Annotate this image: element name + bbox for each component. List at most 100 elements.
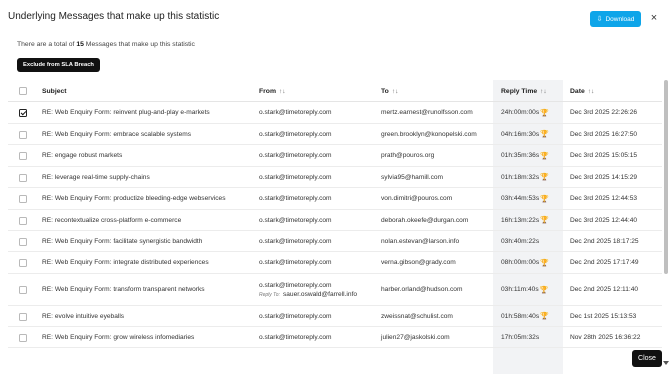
table-row[interactable]: RE: Web Enquiry Form: facilitate synergi…	[8, 231, 662, 252]
subject-cell: RE: recontextualize cross-platform e-com…	[42, 216, 182, 224]
to-cell: deborah.okeefe@durgan.com	[381, 216, 469, 224]
download-button[interactable]: ⇩ Download	[590, 11, 641, 27]
table-row[interactable]: RE: Web Enquiry Form: reinvent plug-and-…	[8, 102, 662, 124]
table-row[interactable]: RE: evolve intuitive eyeballs o.stark@tim…	[8, 306, 662, 327]
table-row[interactable]: RE: leverage real-time supply-chains o.st…	[8, 167, 662, 188]
scroll-down-icon[interactable]	[663, 361, 669, 365]
summary-prefix: There are a total of	[17, 41, 77, 48]
reply-time-cell: 03h:44m:53s 🏆	[501, 188, 549, 209]
sort-icon[interactable]: ↑↓	[588, 88, 595, 95]
reply-time-value: 17h:05m:32s	[501, 333, 540, 341]
scrollbar[interactable]	[664, 80, 668, 274]
row-checkbox[interactable]	[19, 259, 27, 267]
table-row[interactable]: RE: recontextualize cross-platform e-com…	[8, 210, 662, 231]
from-cell: o.stark@timetoreply.com	[259, 152, 332, 159]
reply-time-value: 16h:13m:22s	[501, 216, 540, 224]
reply-time-value: 03h:40m:22s	[501, 237, 540, 245]
date-cell: Dec 3rd 2025 14:15:29	[570, 173, 638, 181]
date-cell: Nov 28th 2025 16:36:22	[570, 333, 641, 341]
subject-cell: RE: Web Enquiry Form: integrate distribu…	[42, 259, 209, 266]
sort-icon[interactable]: ↑↓	[540, 88, 547, 95]
reply-time-value: 01h:58m:40s	[501, 312, 540, 320]
close-button[interactable]: Close	[632, 350, 662, 367]
reply-time-value: 03h:44m:53s	[501, 195, 540, 202]
table-row[interactable]: RE: Web Enquiry Form: grow wireless info…	[8, 327, 662, 348]
table-row[interactable]: RE: Web Enquiry Form: transform transpar…	[8, 274, 662, 306]
reply-to-address: sauer.oswald@farrell.info	[282, 290, 358, 298]
reply-time-cell: 01h:35m:36s 🏆	[501, 145, 549, 166]
to-cell: zweissnat@schulist.com	[381, 312, 453, 320]
trophy-icon: 🏆	[539, 286, 549, 294]
reply-time-cell: 03h:40m:22s	[501, 231, 539, 251]
date-cell: Dec 3rd 2025 15:05:15	[570, 152, 638, 159]
trophy-icon: 🏆	[540, 313, 549, 320]
reply-time-value: 03h:11m:40s	[501, 286, 539, 293]
table-header: Subject From ↑↓ To ↑↓ Reply Time ↑↓ Date ↑↓	[8, 80, 662, 102]
date-cell: Dec 3rd 2025 22:26:26	[570, 109, 638, 116]
from-cell: o.stark@timetoreply.com	[259, 109, 332, 116]
subject-cell: RE: Web Enquiry Form: facilitate synergi…	[42, 237, 203, 245]
subject-cell: RE: evolve intuitive eyeballs	[42, 312, 125, 320]
select-all-checkbox[interactable]	[19, 87, 27, 95]
reply-time-value: 01h:35m:36s	[501, 152, 540, 159]
trophy-icon: 🏆	[540, 174, 549, 181]
trophy-icon: 🏆	[540, 109, 549, 117]
download-label: Download	[605, 15, 635, 23]
trophy-icon: 🏆	[540, 259, 549, 267]
row-checkbox[interactable]	[19, 286, 27, 294]
to-cell: verna.gibson@grady.com	[381, 259, 456, 266]
column-reply-time[interactable]: Reply Time ↑↓	[501, 80, 547, 102]
row-checkbox[interactable]	[19, 195, 27, 203]
column-date[interactable]: Date ↑↓	[570, 80, 594, 102]
sort-icon[interactable]: ↑↓	[279, 88, 286, 95]
from-cell: o.stark@timetoreply.com	[259, 237, 332, 245]
table-row[interactable]: RE: Web Enquiry Form: integrate distribu…	[8, 252, 662, 274]
subject-cell: RE: engage robust markets	[42, 152, 123, 159]
row-checkbox[interactable]	[19, 109, 27, 117]
from-cell: o.stark@timetoreply.com	[259, 195, 332, 202]
message-count: 15	[76, 41, 84, 48]
from-cell: o.stark@timetoreply.com	[259, 312, 332, 320]
to-cell: nolan.estevan@larson.info	[381, 237, 460, 245]
subject-cell: RE: Web Enquiry Form: reinvent plug-and-…	[42, 109, 210, 116]
row-checkbox[interactable]	[19, 216, 27, 225]
from-address: o.stark@timetoreply.com	[259, 281, 332, 289]
row-checkbox[interactable]	[19, 237, 27, 246]
to-cell: mertz.earnest@runolfsson.com	[381, 109, 473, 116]
date-cell: Dec 2nd 2025 18:17:25	[570, 237, 639, 245]
to-cell: prath@pouros.org	[381, 152, 435, 159]
date-cell: Dec 2nd 2025 17:17:49	[570, 259, 639, 266]
date-cell: Dec 3rd 2025 12:44:40	[570, 216, 638, 224]
subject-cell: RE: Web Enquiry Form: grow wireless info…	[42, 333, 195, 341]
to-cell: harber.orland@hudson.com	[381, 286, 463, 293]
reply-time-value: 01h:18m:32s	[501, 173, 540, 181]
exclude-sla-button[interactable]: Exclude from SLA Breach	[17, 58, 100, 72]
trophy-icon: 🏆	[540, 131, 549, 138]
subject-cell: RE: Web Enquiry Form: embrace scalable s…	[42, 130, 192, 138]
reply-time-cell: 16h:13m:22s 🏆	[501, 210, 549, 230]
from-cell: o.stark@timetoreply.com	[259, 333, 332, 341]
row-checkbox[interactable]	[19, 333, 27, 342]
row-checkbox[interactable]	[19, 152, 27, 160]
column-subject: Subject	[42, 87, 67, 95]
date-cell: Dec 1st 2025 15:13:53	[570, 312, 637, 320]
reply-time-value: 04h:16m:30s	[501, 130, 540, 138]
summary-suffix: Messages that make up this statistic	[83, 41, 195, 48]
reply-to-label: Reply To:	[259, 291, 280, 298]
row-checkbox[interactable]	[19, 312, 27, 321]
row-checkbox[interactable]	[19, 173, 27, 182]
column-to[interactable]: To ↑↓	[381, 80, 398, 102]
messages-modal: Underlying Messages that make up this st…	[0, 0, 670, 374]
table-row[interactable]: RE: engage robust markets o.stark@timetor…	[8, 145, 662, 167]
to-cell: julien27@jaskolski.com	[381, 333, 450, 341]
column-from[interactable]: From ↑↓	[259, 80, 286, 102]
download-icon: ⇩	[596, 15, 603, 23]
to-cell: green.brooklyn@konopelski.com	[381, 130, 477, 138]
close-icon[interactable]: ×	[648, 12, 660, 24]
table-row[interactable]: RE: Web Enquiry Form: embrace scalable s…	[8, 124, 662, 145]
sort-icon[interactable]: ↑↓	[392, 88, 399, 95]
messages-table: Subject From ↑↓ To ↑↓ Reply Time ↑↓ Date ↑↓ …	[8, 80, 662, 374]
table-row[interactable]: RE: Web Enquiry Form: productize bleedin…	[8, 188, 662, 210]
reply-time-cell: 04h:16m:30s 🏆	[501, 124, 549, 144]
row-checkbox[interactable]	[19, 130, 27, 139]
